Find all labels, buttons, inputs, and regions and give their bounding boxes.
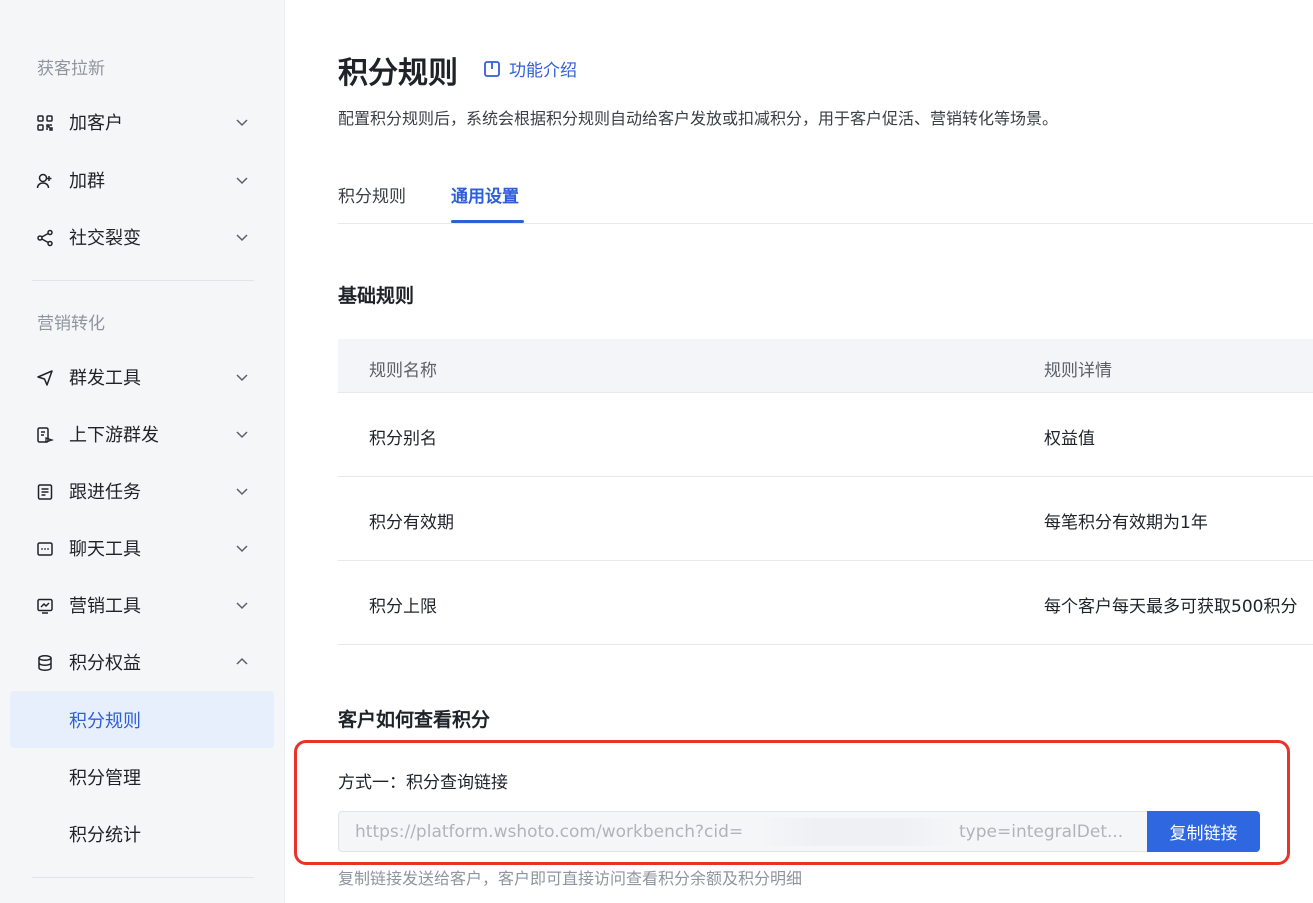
redacted-mask xyxy=(757,818,957,846)
column-header-name: 规则名称 xyxy=(369,361,437,381)
sidebar-subitem-points-manage[interactable]: 积分管理 xyxy=(10,748,274,805)
sidebar-item-chat-tools[interactable]: 聊天工具 xyxy=(10,520,274,576)
chevron-down-icon xyxy=(236,177,248,185)
sidebar-subitem-points-stats[interactable]: 积分统计 xyxy=(10,805,274,862)
copy-link-button[interactable]: 复制链接 xyxy=(1147,811,1260,852)
user-add-icon xyxy=(36,173,52,189)
chat-icon xyxy=(37,542,53,556)
copy-link-hint: 复制链接发送给客户，客户即可直接访问查看积分余额及积分明细 xyxy=(338,869,803,888)
chevron-down-icon xyxy=(236,545,248,553)
sidebar-item-label: 加客户 xyxy=(69,113,123,134)
chevron-down-icon xyxy=(236,374,248,382)
tab-active-indicator xyxy=(451,220,524,223)
book-icon xyxy=(484,60,500,77)
rule-name: 积分有效期 xyxy=(369,513,454,533)
table-header: 规则名称 规则详情 xyxy=(338,339,1313,393)
main-content: 积分规则 功能介绍 配置积分规则后，系统会根据积分规则自动给客户发放或扣减积分，… xyxy=(285,0,1313,903)
view-points-heading: 客户如何查看积分 xyxy=(338,709,491,731)
sidebar-item-label: 营销工具 xyxy=(69,596,141,617)
task-list-icon xyxy=(37,484,53,500)
sidebar-item-label: 跟进任务 xyxy=(69,482,141,503)
chevron-down-icon xyxy=(236,488,248,496)
rule-detail: 每笔积分有效期为1年 xyxy=(1044,513,1208,533)
sidebar-item-upstream-send[interactable]: 上下游群发 xyxy=(10,406,274,462)
rule-detail: 权益值 xyxy=(1044,429,1095,449)
sidebar-item-label: 群发工具 xyxy=(69,368,141,389)
document-send-icon xyxy=(37,427,54,443)
chevron-up-icon xyxy=(236,657,248,665)
rule-detail: 每个客户每天最多可获取500积分 xyxy=(1044,597,1298,617)
chevron-down-icon xyxy=(236,119,248,127)
chevron-down-icon xyxy=(236,431,248,439)
sidebar-subitem-label: 积分统计 xyxy=(69,824,141,846)
tab-bar: 积分规则 通用设置 xyxy=(338,170,1313,224)
points-link-field[interactable]: https://platform.wshoto.com/workbench?ci… xyxy=(338,811,1147,852)
method-one-label: 方式一：积分查询链接 xyxy=(338,773,508,793)
sidebar-section-acquire: 获客拉新 xyxy=(37,59,105,79)
sidebar-item-add-group[interactable]: 加群 xyxy=(10,152,274,208)
rule-name: 积分别名 xyxy=(369,429,437,449)
tab-general-settings[interactable]: 通用设置 xyxy=(451,182,519,207)
rule-name: 积分上限 xyxy=(369,597,437,617)
sidebar-item-marketing-tools[interactable]: 营销工具 xyxy=(10,577,274,633)
column-header-detail: 规则详情 xyxy=(1044,361,1112,381)
rules-table: 规则名称 规则详情 积分别名 权益值 积分有效期 每笔积分有效期为1年 积分上限… xyxy=(338,339,1313,645)
database-icon xyxy=(38,655,52,671)
sidebar-item-points-rights[interactable]: 积分权益 xyxy=(10,634,274,690)
sidebar-item-label: 聊天工具 xyxy=(69,539,141,560)
sidebar-item-label: 上下游群发 xyxy=(69,425,159,446)
page-description: 配置积分规则后，系统会根据积分规则自动给客户发放或扣减积分，用于客户促活、营销转… xyxy=(338,109,1059,128)
table-row: 积分有效期 每笔积分有效期为1年 xyxy=(338,477,1313,561)
sidebar-subitem-label: 积分管理 xyxy=(69,767,141,789)
sidebar-item-label: 加群 xyxy=(69,171,105,192)
share-icon xyxy=(37,229,53,247)
sidebar-item-mass-send[interactable]: 群发工具 xyxy=(10,349,274,405)
chevron-down-icon xyxy=(236,602,248,610)
sidebar: 获客拉新 加客户 加群 社交裂变 营销转化 群发工具 上下游群发 跟进任务 聊天… xyxy=(0,0,285,903)
sidebar-section-marketing: 营销转化 xyxy=(37,314,105,334)
trend-chart-icon xyxy=(37,598,53,614)
basic-rules-heading: 基础规则 xyxy=(338,285,415,307)
sidebar-item-add-customer[interactable]: 加客户 xyxy=(10,94,274,150)
points-link-suffix: type=integralDet... xyxy=(959,822,1124,842)
sidebar-item-follow-task[interactable]: 跟进任务 xyxy=(10,463,274,519)
table-row: 积分别名 权益值 xyxy=(338,393,1313,477)
grid-icon xyxy=(37,115,53,131)
tab-points-rules[interactable]: 积分规则 xyxy=(338,182,406,207)
sidebar-divider xyxy=(32,280,254,281)
chevron-down-icon xyxy=(236,234,248,242)
sidebar-item-social-fission[interactable]: 社交裂变 xyxy=(10,209,274,265)
send-icon xyxy=(37,370,53,386)
sidebar-item-label: 社交裂变 xyxy=(69,228,141,249)
feature-intro-label: 功能介绍 xyxy=(509,61,577,81)
sidebar-item-label: 积分权益 xyxy=(69,653,141,674)
sidebar-subitem-points-rules[interactable]: 积分规则 xyxy=(10,691,274,748)
points-link-prefix: https://platform.wshoto.com/workbench?ci… xyxy=(355,822,744,842)
sidebar-divider xyxy=(32,877,254,878)
page-title: 积分规则 xyxy=(338,56,458,91)
table-row: 积分上限 每个客户每天最多可获取500积分 xyxy=(338,561,1313,645)
feature-intro-link[interactable]: 功能介绍 xyxy=(483,56,577,81)
sidebar-subitem-label: 积分规则 xyxy=(69,710,141,732)
